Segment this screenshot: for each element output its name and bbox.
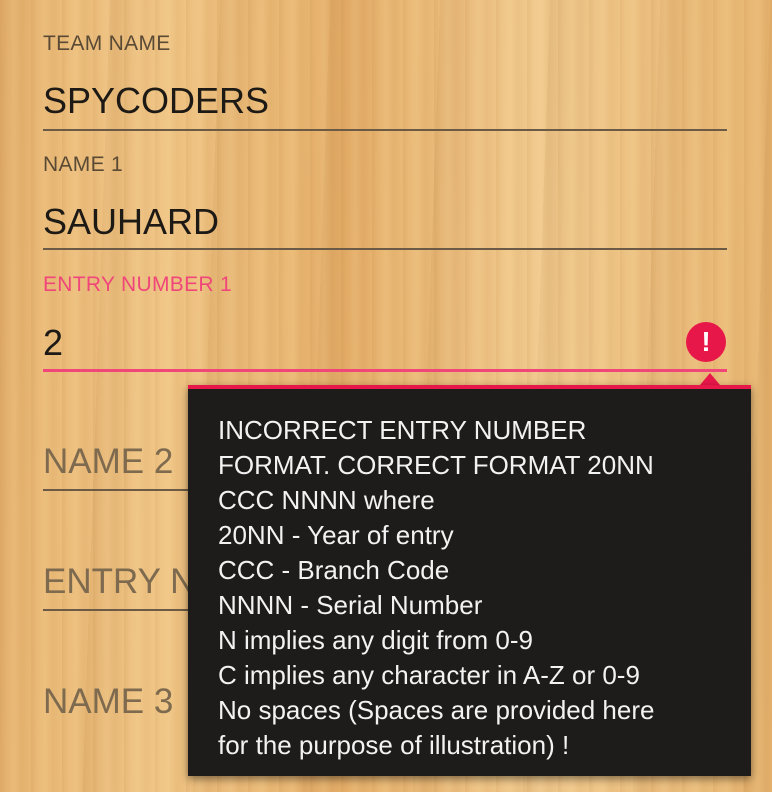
name2-input[interactable]: NAME 2 xyxy=(43,442,173,482)
tooltip-line: C implies any character in A-Z or 0-9 xyxy=(218,660,640,690)
team-name-field[interactable]: TEAM NAME SPYCODERS xyxy=(43,30,727,132)
name1-underline xyxy=(43,248,727,250)
name1-label: NAME 1 xyxy=(43,153,123,176)
error-tooltip-text: INCORRECT ENTRY NUMBER FORMAT. CORRECT F… xyxy=(218,413,741,763)
entry-number1-underline xyxy=(43,369,727,372)
team-name-underline xyxy=(43,129,727,131)
team-name-label: TEAM NAME xyxy=(43,32,171,55)
tooltip-line: CCC - Branch Code xyxy=(218,555,450,585)
exclamation-circle-icon[interactable]: ! xyxy=(686,322,726,362)
tooltip-line: NNNN - Serial Number xyxy=(218,590,483,620)
name3-input[interactable]: NAME 3 xyxy=(43,682,173,722)
tooltip-line: CCC NNNN where xyxy=(218,485,435,515)
name1-input[interactable]: SAUHARD xyxy=(43,201,219,243)
tooltip-line: FORMAT. CORRECT FORMAT 20NN xyxy=(218,450,654,480)
entry-number1-field[interactable]: ENTRY NUMBER 1 2 ! xyxy=(43,270,727,374)
tooltip-arrow xyxy=(700,373,720,385)
tooltip-line: for the purpose of illustration) ! xyxy=(218,730,570,760)
tooltip-line: No spaces (Spaces are provided here xyxy=(218,695,655,725)
team-name-input[interactable]: SPYCODERS xyxy=(43,80,269,122)
tooltip-line: N implies any digit from 0-9 xyxy=(218,625,533,655)
name1-field[interactable]: NAME 1 SAUHARD xyxy=(43,150,727,252)
entry-number1-input[interactable]: 2 xyxy=(43,322,63,364)
error-tooltip: INCORRECT ENTRY NUMBER FORMAT. CORRECT F… xyxy=(188,385,751,776)
tooltip-line: INCORRECT ENTRY NUMBER xyxy=(218,415,587,445)
tooltip-line: 20NN - Year of entry xyxy=(218,520,454,550)
entry-number1-label: ENTRY NUMBER 1 xyxy=(43,273,232,296)
